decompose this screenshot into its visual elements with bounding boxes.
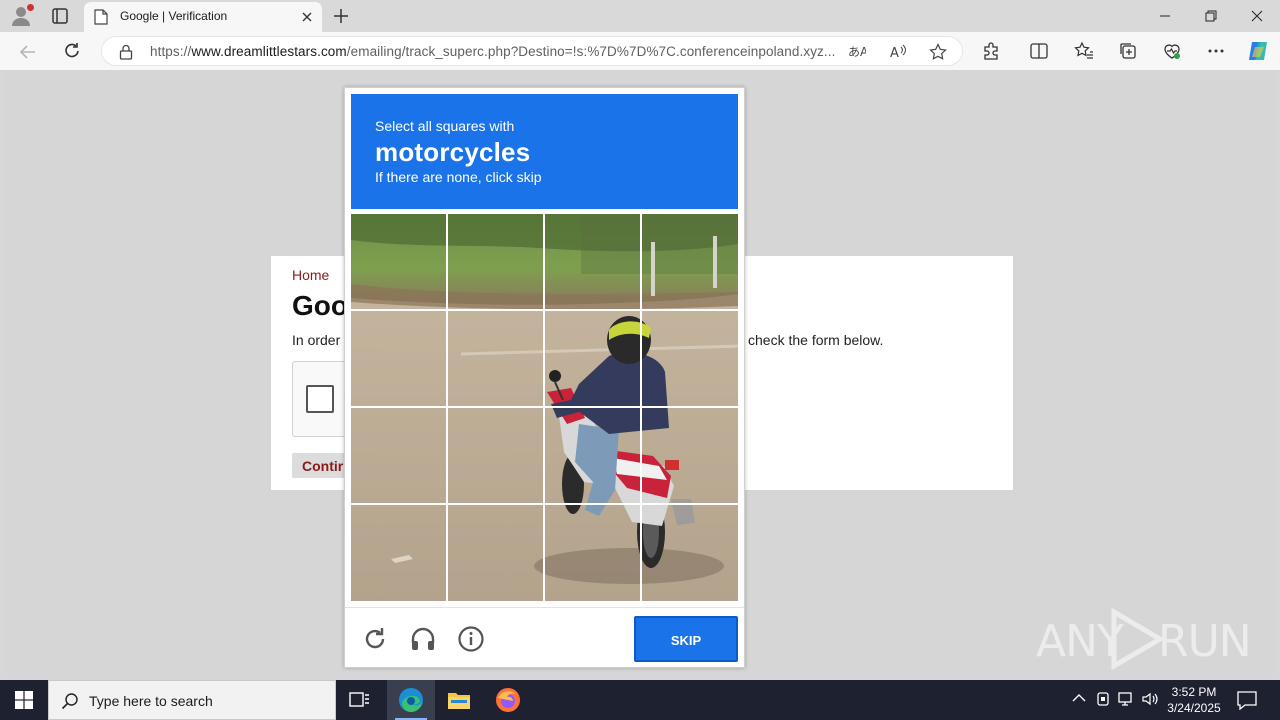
page-icon [94,9,108,25]
captcha-tile[interactable] [545,408,640,503]
taskbar-search-box[interactable]: Type here to search [48,680,336,720]
back-arrow-icon[interactable] [15,39,41,65]
edge-icon[interactable] [387,680,435,720]
task-view-icon[interactable] [336,680,384,720]
read-aloud-icon[interactable]: A [890,43,908,61]
reload-icon[interactable] [361,625,389,653]
captcha-tile[interactable] [351,311,446,406]
tab-google-verification[interactable]: Google | Verification [84,2,322,32]
lock-icon[interactable] [119,44,133,60]
skip-button[interactable]: SKIP [634,616,738,662]
captcha-tile[interactable] [545,214,640,309]
search-placeholder: Type here to search [89,693,213,709]
svg-text:あA: あA [848,45,866,59]
captcha-skip-hint: If there are none, click skip [375,169,542,185]
captcha-tile[interactable] [642,214,737,309]
system-clock[interactable]: 3:52 PM 3/24/2025 [1160,684,1228,716]
windows-taskbar: Type here to search 3:52 PM 3/24/2025 [0,680,1280,720]
play-logo-icon [1111,608,1165,670]
favorites-icon[interactable] [1074,41,1094,61]
search-icon [61,692,79,710]
captcha-tile[interactable] [448,214,543,309]
copilot-icon[interactable] [1246,39,1270,63]
firefox-icon[interactable] [484,680,532,720]
translate-icon[interactable]: あA [848,43,869,61]
show-hidden-icons-chevron-icon[interactable] [1070,690,1088,708]
url-text[interactable]: https://www.dreamlittlestars.com/emailin… [150,44,840,59]
more-menu-icon[interactable] [1206,41,1226,61]
notification-center-icon[interactable] [1236,690,1258,711]
page-lead-text: In order [292,332,341,348]
browser-titlebar: Google | Verification [0,0,1280,32]
captcha-instruction-line: Select all squares with [375,118,515,134]
captcha-tile[interactable] [351,214,446,309]
breadcrumb-home-link[interactable]: Home [292,267,329,283]
browser-essentials-icon[interactable] [1162,41,1182,61]
captcha-tile[interactable] [448,408,543,503]
start-button[interactable] [0,680,48,720]
new-tab-icon[interactable] [331,6,351,26]
captcha-target-object: motorcycles [375,137,531,167]
captcha-instruction-banner: Select all squares with motorcycles If t… [351,94,738,209]
tab-close-icon[interactable] [300,10,314,24]
file-explorer-icon[interactable] [435,680,483,720]
windows-logo-icon [15,691,33,709]
captcha-challenge-dialog: Select all squares with motorcycles If t… [344,87,745,668]
anyrun-watermark: ANY RUN [1036,606,1252,672]
tab-actions-icon[interactable] [50,6,70,26]
restore-icon[interactable] [1188,0,1234,32]
captcha-tile[interactable] [448,505,543,600]
favorite-star-icon[interactable] [929,43,947,61]
captcha-footer: SKIP [345,607,744,668]
profile-avatar-icon[interactable] [10,4,34,27]
captcha-image-grid [351,214,738,601]
clock-time: 3:52 PM [1171,685,1217,699]
recaptcha-checkbox-widget [292,361,352,437]
captcha-tile[interactable] [448,311,543,406]
address-bar[interactable]: https://www.dreamlittlestars.com/emailin… [101,36,963,66]
info-icon[interactable] [457,625,485,653]
volume-icon[interactable] [1141,690,1159,708]
device-icon[interactable] [1094,690,1112,708]
close-window-icon[interactable] [1234,0,1280,32]
browser-toolbar: https://www.dreamlittlestars.com/emailin… [0,32,1280,70]
collections-icon[interactable] [1118,41,1138,61]
recaptcha-checkbox[interactable] [306,385,334,413]
extensions-icon[interactable] [981,41,1001,61]
captcha-tile[interactable] [545,505,640,600]
network-icon[interactable] [1117,690,1135,708]
continue-button[interactable]: Contir [292,453,352,478]
captcha-tile[interactable] [642,505,737,600]
captcha-tile[interactable] [642,408,737,503]
captcha-tile[interactable] [545,311,640,406]
audio-headphones-icon[interactable] [409,625,437,653]
tab-title: Google | Verification [120,9,228,23]
refresh-icon[interactable] [59,39,85,65]
svg-text:A: A [890,46,899,61]
minimize-icon[interactable] [1142,0,1188,32]
captcha-tile[interactable] [642,311,737,406]
page-heading: Goo [292,290,348,321]
clock-date: 3/24/2025 [1167,701,1221,715]
page-lead-text-tail: check the form below. [748,332,884,348]
profile-notification-dot [27,4,34,11]
split-screen-icon[interactable] [1029,41,1049,61]
captcha-tile[interactable] [351,505,446,600]
watermark-text-right: RUN [1158,616,1252,667]
captcha-tile[interactable] [351,408,446,503]
